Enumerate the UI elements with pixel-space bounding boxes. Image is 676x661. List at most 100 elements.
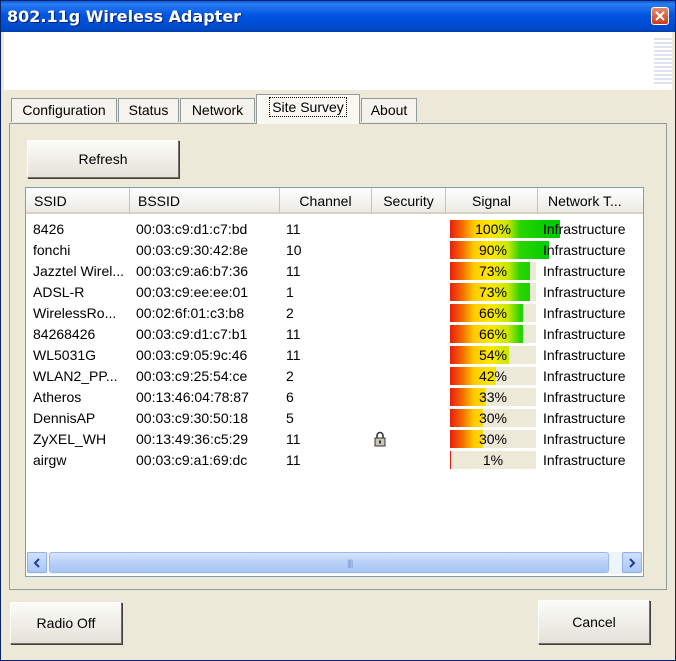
network-type-cell: Infrastructure — [543, 389, 626, 405]
network-type-cell: Infrastructure — [543, 242, 626, 258]
scroll-thumb[interactable]: |||| — [49, 552, 609, 573]
ssid-cell: ADSL-R — [33, 284, 85, 300]
signal-percent: 66% — [478, 326, 508, 342]
network-type-cell: Infrastructure — [543, 410, 626, 426]
tab-configuration[interactable]: Configuration — [11, 98, 117, 122]
bssid-cell: 00:03:c9:30:42:8e — [136, 242, 249, 258]
tab-network[interactable]: Network — [180, 98, 255, 122]
signal-percent: 54% — [478, 347, 508, 363]
signal-percent: 30% — [478, 410, 508, 426]
signal-percent: 66% — [478, 305, 508, 321]
table-row[interactable]: airgw 00:03:c9:a1:69:dc 11 1% Infrastructure — [26, 450, 643, 471]
ssid-cell: Atheros — [33, 389, 82, 405]
network-type-cell: Infrastructure — [543, 431, 626, 447]
horizontal-scrollbar[interactable]: |||| — [27, 552, 642, 574]
network-type-cell: Infrastructure — [543, 305, 626, 321]
signal-percent: 100% — [475, 221, 511, 237]
table-row[interactable]: fonchi 00:03:c9:30:42:8e 10 90% Infrastructu… — [26, 240, 643, 261]
network-type-cell: Infrastructure — [543, 221, 626, 237]
column-header-network-type[interactable]: Network T... — [538, 188, 643, 214]
column-header-signal[interactable]: Signal — [446, 188, 538, 214]
signal-percent: 73% — [478, 284, 508, 300]
channel-cell: 1 — [286, 284, 294, 300]
grip-icon: |||| — [347, 558, 353, 568]
table-row[interactable]: 84268426 00:03:c9:d1:c7:b1 11 66% Infrastruc… — [26, 324, 643, 345]
ssid-cell: ZyXEL_WH — [33, 431, 107, 447]
ssid-cell: WLAN2_PP... — [33, 368, 118, 384]
arrow-left-icon — [33, 558, 40, 568]
ssid-cell: WirelessRo... — [33, 305, 117, 321]
signal-percent: 1% — [482, 452, 504, 468]
channel-cell: 11 — [286, 452, 301, 468]
tab-status[interactable]: Status — [118, 98, 179, 122]
table-row[interactable]: ADSL-R 00:03:c9:ee:ee:01 1 73% Infrastructur… — [26, 282, 643, 303]
banner-decoration — [654, 36, 672, 84]
table-row[interactable]: Atheros 00:13:46:04:78:87 6 33% Infrastructu… — [26, 387, 643, 408]
arrow-right-icon — [629, 558, 636, 568]
channel-cell: 5 — [286, 410, 294, 426]
table-row[interactable]: WirelessRo... 00:02:6f:01:c3:b8 2 66% Infras… — [26, 303, 643, 324]
channel-cell: 11 — [286, 347, 301, 363]
table-row[interactable]: DennisAP 00:03:c9:30:50:18 5 30% Infrastruct… — [26, 408, 643, 429]
table-row[interactable]: WL5031G 00:03:c9:05:9c:46 11 54% Infrastruct… — [26, 345, 643, 366]
channel-cell: 10 — [286, 242, 302, 258]
channel-cell: 11 — [286, 221, 301, 237]
close-button[interactable] — [651, 7, 669, 25]
network-type-cell: Infrastructure — [543, 263, 626, 279]
signal-percent: 73% — [478, 263, 508, 279]
network-type-cell: Infrastructure — [543, 326, 626, 342]
ssid-cell: Jazztel Wirel... — [33, 263, 125, 279]
list-header: SSID BSSID Channel Security Signal Netwo… — [26, 188, 643, 214]
ssid-cell: DennisAP — [33, 410, 96, 426]
bssid-cell: 00:03:c9:30:50:18 — [136, 410, 249, 426]
bssid-cell: 00:03:c9:a6:b7:36 — [136, 263, 249, 279]
bssid-cell: 00:13:46:04:78:87 — [136, 389, 249, 405]
column-header-bssid[interactable]: BSSID — [130, 188, 280, 214]
bssid-cell: 00:03:c9:d1:c7:b1 — [136, 326, 248, 342]
network-type-cell: Infrastructure — [543, 368, 626, 384]
channel-cell: 6 — [286, 389, 294, 405]
bssid-cell: 00:03:c9:25:54:ce — [136, 368, 248, 384]
table-row[interactable]: ZyXEL_WH 00:13:49:36:c5:29 11 30% Infrastruc… — [26, 429, 643, 450]
network-type-cell: Infrastructure — [543, 284, 626, 300]
signal-percent: 33% — [478, 389, 508, 405]
column-header-ssid[interactable]: SSID — [26, 188, 130, 214]
signal-percent: 30% — [478, 431, 508, 447]
scroll-left-button[interactable] — [27, 552, 47, 573]
window-title: 802.11g Wireless Adapter — [7, 7, 242, 26]
bssid-cell: 00:03:c9:a1:69:dc — [136, 452, 248, 468]
ssid-cell: 8426 — [33, 221, 65, 237]
channel-cell: 11 — [286, 263, 301, 279]
tab-about[interactable]: About — [361, 98, 417, 122]
bssid-cell: 00:03:c9:ee:ee:01 — [136, 284, 249, 300]
radio-off-button[interactable]: Radio Off — [10, 602, 122, 644]
channel-cell: 11 — [286, 326, 301, 342]
close-icon — [655, 11, 665, 21]
bssid-cell: 00:13:49:36:c5:29 — [136, 431, 249, 447]
channel-cell: 2 — [286, 368, 294, 384]
lock-icon — [374, 431, 386, 447]
table-row[interactable]: 8426 00:03:c9:d1:c7:bd 11 100% Infrastructur… — [26, 219, 643, 240]
cancel-button[interactable]: Cancel — [538, 600, 650, 644]
ssid-cell: 84268426 — [33, 326, 96, 342]
bssid-cell: 00:03:c9:d1:c7:bd — [136, 221, 248, 237]
tab-site-survey[interactable]: Site Survey — [256, 94, 360, 124]
table-row[interactable]: Jazztel Wirel... 00:03:c9:a6:b7:36 11 73% In… — [26, 261, 643, 282]
title-bar[interactable]: 802.11g Wireless Adapter — [1, 1, 675, 32]
ssid-cell: fonchi — [33, 242, 71, 258]
ssid-cell: airgw — [33, 452, 67, 468]
channel-cell: 11 — [286, 431, 301, 447]
scroll-right-button[interactable] — [622, 552, 642, 573]
header-banner — [4, 32, 672, 90]
column-header-security[interactable]: Security — [372, 188, 446, 214]
signal-percent: 90% — [478, 242, 508, 258]
bssid-cell: 00:03:c9:05:9c:46 — [136, 347, 248, 363]
network-list[interactable]: SSID BSSID Channel Security Signal Netwo… — [25, 187, 644, 577]
table-row[interactable]: WLAN2_PP... 00:03:c9:25:54:ce 2 42% Infrastr… — [26, 366, 643, 387]
bssid-cell: 00:02:6f:01:c3:b8 — [136, 305, 245, 321]
column-header-channel[interactable]: Channel — [280, 188, 372, 214]
app-window: 802.11g Wireless Adapter Configuration S… — [0, 0, 676, 661]
refresh-button[interactable]: Refresh — [27, 140, 179, 178]
network-type-cell: Infrastructure — [543, 452, 626, 468]
channel-cell: 2 — [286, 305, 294, 321]
